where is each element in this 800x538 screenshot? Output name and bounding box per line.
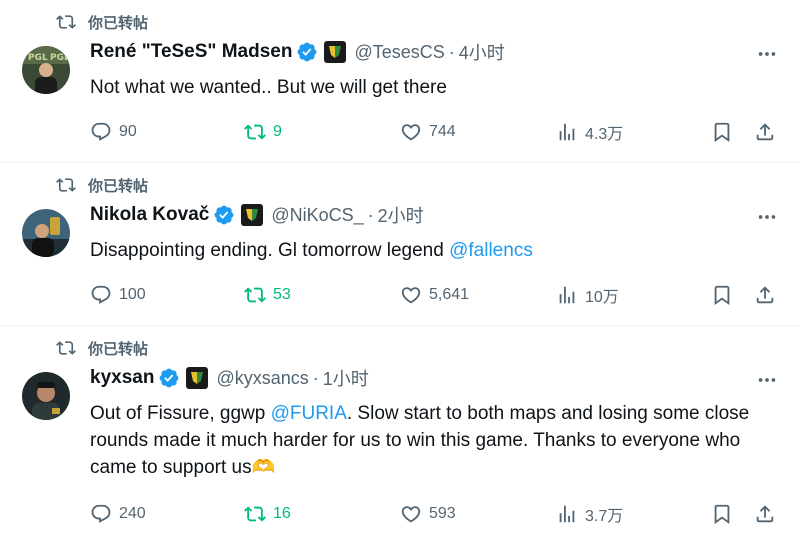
affiliate-badge-icon[interactable]: [241, 204, 264, 226]
heart-icon: [401, 506, 421, 523]
views-button[interactable]: 10万: [556, 283, 619, 307]
reply-count: 90: [119, 123, 137, 140]
tweet-text: Out of Fissure, ggwp @FURIA. Slow start …: [90, 403, 750, 478]
tweet-header: René "TeSeS" Madsen @TesesCS · 4小时: [90, 40, 505, 64]
retweet-icon: [56, 178, 76, 192]
author-handle[interactable]: @kyxsancs: [216, 368, 308, 389]
bookmark-icon: [714, 504, 730, 525]
tweet-header: kyxsan @kyxsancs · 1小时: [90, 366, 369, 390]
bookmark-button[interactable]: [711, 502, 733, 526]
more-options-icon[interactable]: [756, 43, 778, 65]
views-icon: [559, 286, 575, 304]
retweet-button[interactable]: 53: [244, 283, 291, 307]
retweet-label: 你已转帖: [88, 340, 149, 358]
like-button[interactable]: 5,641: [400, 283, 469, 307]
mention-link[interactable]: @FURIA: [271, 403, 347, 424]
retweet-icon: [244, 287, 266, 303]
share-button[interactable]: [754, 120, 776, 144]
mention-link[interactable]: @fallencs: [449, 240, 533, 261]
avatar[interactable]: [22, 209, 70, 257]
tweet-card[interactable]: 你已转帖 Nikola Kovač @NiKoCS_ · 2小时 Disappo…: [0, 163, 800, 326]
tweet-header: Nikola Kovač @NiKoCS_ · 2小时: [90, 203, 424, 227]
heart-icon: [401, 287, 421, 304]
retweet-indicator: 你已转帖: [56, 11, 148, 33]
bookmark-icon: [714, 122, 730, 143]
share-icon: [756, 123, 774, 141]
view-count: 4.3万: [585, 126, 624, 143]
verified-badge-icon[interactable]: [296, 41, 318, 63]
views-button[interactable]: 4.3万: [556, 120, 623, 144]
tweet-timestamp[interactable]: 1小时: [323, 365, 369, 391]
bookmark-icon: [714, 285, 730, 306]
verified-badge-icon[interactable]: [158, 367, 180, 389]
avatar[interactable]: PGL PGL: [22, 46, 70, 94]
tweet-timestamp[interactable]: 2小时: [378, 202, 424, 228]
more-options-icon[interactable]: [756, 369, 778, 391]
views-icon: [559, 505, 575, 523]
views-button[interactable]: 3.7万: [556, 502, 623, 526]
share-icon: [756, 286, 774, 304]
tweet-text: Not what we wanted.. But we will get the…: [90, 77, 447, 98]
reply-icon: [91, 285, 111, 304]
share-button[interactable]: [754, 283, 776, 307]
svg-text:PGL: PGL: [28, 53, 48, 63]
action-bar: 100 53 5,641 10万: [90, 283, 780, 307]
reply-button[interactable]: 100: [90, 283, 146, 307]
retweet-count: 53: [273, 286, 291, 303]
verified-badge-icon[interactable]: [213, 204, 235, 226]
tweet-text: Disappointing ending. Gl tomorrow legend…: [90, 240, 533, 261]
retweet-indicator: 你已转帖: [56, 337, 148, 359]
author-handle[interactable]: @NiKoCS_: [271, 205, 363, 226]
affiliate-badge-icon[interactable]: [324, 41, 347, 63]
retweet-indicator: 你已转帖: [56, 174, 148, 196]
retweet-icon: [56, 15, 76, 29]
avatar[interactable]: [22, 372, 70, 420]
reply-count: 100: [119, 286, 146, 303]
reply-button[interactable]: 240: [90, 502, 146, 526]
separator-dot: ·: [448, 41, 455, 62]
like-count: 744: [429, 123, 456, 140]
retweet-icon: [244, 124, 266, 140]
tweet-card[interactable]: 你已转帖 kyxsan @kyxsancs · 1小时 Out of Fissu…: [0, 326, 800, 538]
like-count: 5,641: [429, 286, 470, 303]
view-count: 3.7万: [585, 508, 624, 525]
reply-icon: [91, 504, 111, 523]
tweet-card[interactable]: 你已转帖 PGL PGL René "TeSeS" Madsen @TesesC…: [0, 0, 800, 163]
author-name[interactable]: René "TeSeS" Madsen: [90, 41, 292, 63]
like-count: 593: [429, 505, 456, 522]
retweet-count: 9: [273, 123, 282, 140]
retweet-count: 16: [273, 505, 291, 522]
views-icon: [559, 123, 575, 141]
bookmark-button[interactable]: [711, 120, 733, 144]
reply-count: 240: [119, 505, 146, 522]
like-button[interactable]: 593: [400, 502, 456, 526]
separator-dot: ·: [367, 204, 374, 225]
author-name[interactable]: Nikola Kovač: [90, 204, 209, 226]
more-options-icon[interactable]: [756, 206, 778, 228]
like-button[interactable]: 744: [400, 120, 456, 144]
retweet-button[interactable]: 16: [244, 502, 291, 526]
retweet-label: 你已转帖: [88, 14, 149, 32]
affiliate-badge-icon[interactable]: [186, 367, 209, 389]
retweet-label: 你已转帖: [88, 177, 149, 195]
reply-icon: [91, 122, 111, 141]
share-icon: [756, 505, 774, 523]
action-bar: 240 16 593 3.7万: [90, 502, 780, 526]
share-button[interactable]: [754, 502, 776, 526]
author-name[interactable]: kyxsan: [90, 367, 154, 389]
retweet-icon: [244, 506, 266, 522]
action-bar: 90 9 744 4.3万: [90, 120, 780, 144]
heart-icon: [401, 124, 421, 141]
reply-button[interactable]: 90: [90, 120, 137, 144]
view-count: 10万: [585, 289, 619, 306]
svg-text:PGL: PGL: [50, 53, 70, 63]
bookmark-button[interactable]: [711, 283, 733, 307]
retweet-button[interactable]: 9: [244, 120, 282, 144]
tweet-timestamp[interactable]: 4小时: [459, 39, 505, 65]
separator-dot: ·: [312, 367, 319, 388]
retweet-icon: [56, 341, 76, 355]
author-handle[interactable]: @TesesCS: [354, 42, 444, 63]
